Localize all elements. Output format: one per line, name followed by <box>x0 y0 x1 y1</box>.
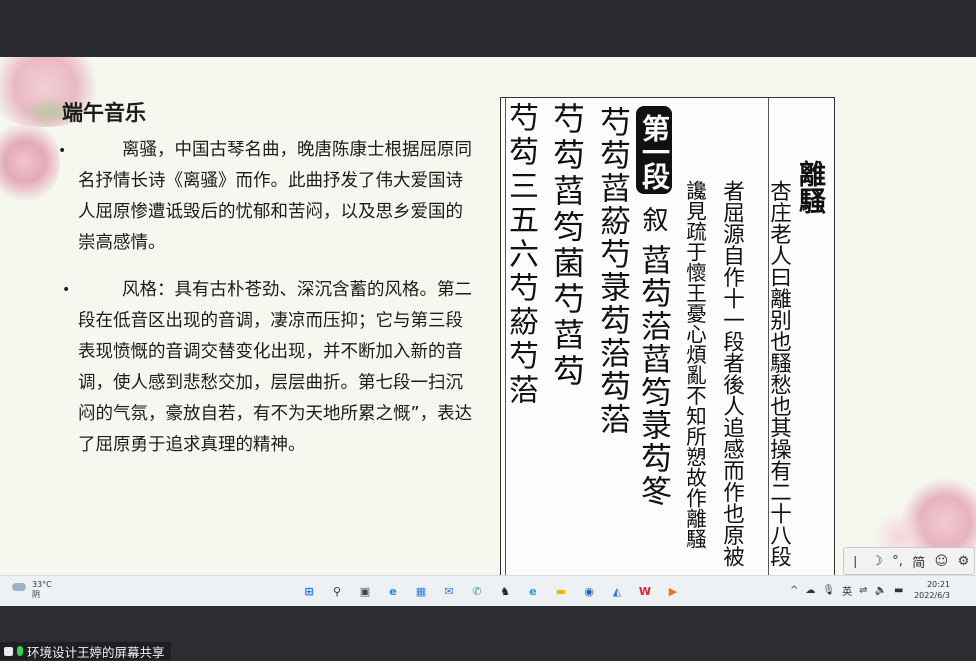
app-blue-icon[interactable]: ◉ <box>578 580 600 602</box>
scan-column: 讒見疏于懷王憂心煩亂不知所愬故作離騷 <box>682 180 707 549</box>
ie-icon[interactable]: e <box>522 580 544 602</box>
cloud-icon <box>12 583 26 591</box>
ime-punctuation-icon[interactable]: °, <box>892 554 903 569</box>
scan-column: 蓞芶菭蓞笉菉芶笗 <box>635 244 671 508</box>
mail-icon[interactable]: ✉ <box>438 580 460 602</box>
tray-icon[interactable]: ⇌ <box>859 585 867 596</box>
weather-desc: 阴 <box>32 590 40 599</box>
scan-column: 芍芶三五六芍蒶芍菭 <box>503 102 538 408</box>
tray-icon[interactable]: ▬ <box>894 585 903 596</box>
bullet: • <box>62 282 71 298</box>
scan-column: 叙 <box>638 206 668 232</box>
qq-icon[interactable]: ♞ <box>494 580 516 602</box>
ime-moon-icon[interactable]: ☽ <box>871 554 883 569</box>
scan-column: 芍芶蓞蒶芍菉芶菭芶菭 <box>594 106 630 436</box>
ime-handle[interactable]: 丨 <box>849 552 862 571</box>
taskbar: 33°C 阴 ⊞ ⚲ ▣ e ▦ ✉ ✆ ♞ e ▬ ◉ ◭ W ▶ ^ ☁ 🎙 英 ⇌ 🔈 ▬ 20:21 2022… <box>0 575 976 606</box>
store-icon[interactable]: ▦ <box>410 580 432 602</box>
slide: 端午音乐 • 离骚，中国古琴名曲，晚唐陈康士根据屈原同名抒情长诗《离骚》而作。此… <box>0 57 976 575</box>
clock-date: 2022/6/3 <box>914 591 950 600</box>
folder-icon[interactable]: ▬ <box>550 580 572 602</box>
bullet: • <box>58 143 67 159</box>
windows-start-icon[interactable]: ⊞ <box>298 580 320 602</box>
scan-title: 離騷 <box>794 160 825 214</box>
ime-toolbar: 丨 ☽ °, 简 ☺ ⚙ <box>843 547 975 575</box>
tray-icon[interactable]: 英 <box>842 583 852 598</box>
tray-icon[interactable]: ☁ <box>805 585 815 596</box>
tray-icon[interactable]: ^ <box>790 585 798 596</box>
tray-icon[interactable]: 🎙 <box>822 585 835 596</box>
score-scan-image: 離騷 杏庄老人曰離别也騷愁也其操有二十八段 者屈源自作十一段者後人追感而作也原被… <box>500 97 835 575</box>
edge-icon[interactable]: e <box>382 580 404 602</box>
photos-icon[interactable]: ◭ <box>606 580 628 602</box>
blossom-decoration <box>0 117 60 207</box>
clock[interactable]: 20:21 2022/6/3 <box>912 579 950 601</box>
tray-icon[interactable]: 🔈 <box>874 585 886 596</box>
scan-column: 芍芶蓞笉菌芍蓞芶 <box>548 102 586 390</box>
wps-icon[interactable]: W <box>634 580 656 602</box>
task-view-icon[interactable]: ▣ <box>354 580 376 602</box>
system-tray: ^ ☁ 🎙 英 ⇌ 🔈 ▬ <box>790 583 903 598</box>
scan-column: 者屈源自作十一段者後人追感而作也原被 <box>719 180 745 567</box>
ime-settings-icon[interactable]: ⚙ <box>958 554 970 569</box>
search-icon[interactable]: ⚲ <box>326 580 348 602</box>
screen-share-label: 环境设计王婷的屏幕共享 <box>0 642 171 660</box>
paragraph-intro: 离骚，中国古琴名曲，晚唐陈康士根据屈原同名抒情长诗《离骚》而作。此曲抒发了伟大爱… <box>78 140 472 253</box>
scan-column: 杏庄老人曰離别也騷愁也其操有二十八段 <box>766 180 792 567</box>
microphone-icon <box>17 646 23 656</box>
ime-simplified-toggle[interactable]: 简 <box>912 552 925 571</box>
wechat-icon[interactable]: ✆ <box>466 580 488 602</box>
taskbar-apps: ⊞ ⚲ ▣ e ▦ ✉ ✆ ♞ e ▬ ◉ ◭ W ▶ <box>298 580 684 602</box>
top-bar <box>0 0 976 57</box>
media-icon[interactable]: ▶ <box>662 580 684 602</box>
weather-temp: 33°C <box>32 580 52 589</box>
share-screen-icon <box>4 646 13 656</box>
section-heading: 第一段 <box>636 106 672 194</box>
clock-time: 20:21 <box>926 580 950 589</box>
ime-emoji-icon[interactable]: ☺ <box>935 554 949 569</box>
paragraph-style: 风格：具有古朴苍劲、深沉含蓄的风格。第二段在低音区出现的音调，凄凉而压抑；它与第… <box>78 280 473 455</box>
slide-title: 端午音乐 <box>62 101 146 125</box>
share-label-text: 环境设计王婷的屏幕共享 <box>27 644 165 660</box>
